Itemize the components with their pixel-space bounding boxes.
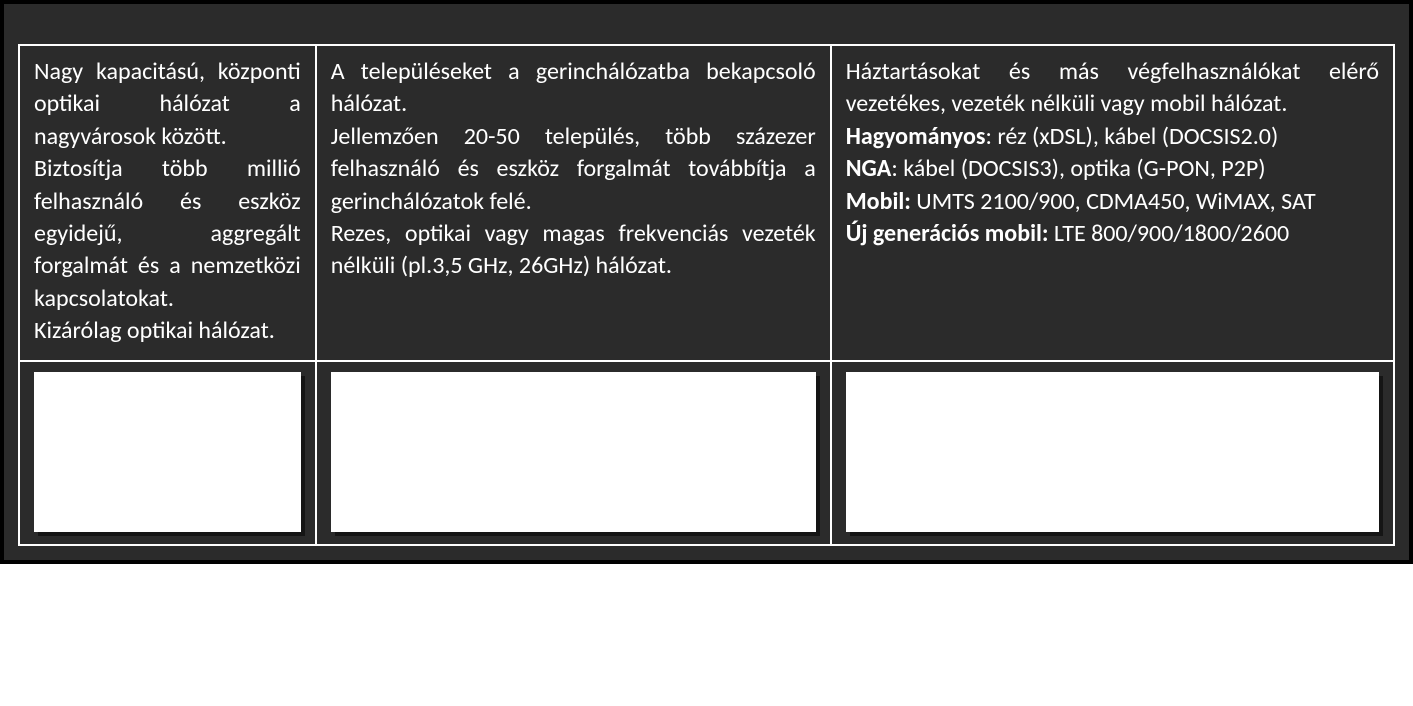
label-new-gen-mobile: Új generációs mobil:: [846, 219, 1049, 248]
label-mobile: Mobil:: [846, 187, 911, 216]
cell-image-3: [831, 361, 1394, 545]
document-page: Nagy kapacitású, központi optikai hálóza…: [0, 0, 1413, 564]
text: : réz (xDSL), kábel (DOCSIS2.0): [985, 122, 1278, 151]
cell-image-1: [19, 361, 316, 545]
text: Háztartásokat és más végfelhasználókat e…: [846, 57, 1379, 118]
text: UMTS 2100/900, CDMA450, WiMAX, SAT: [911, 187, 1316, 216]
text: Jellemzően 20-50 település, több százeze…: [331, 122, 816, 216]
text: LTE 800/900/1800/2600: [1049, 219, 1290, 248]
cell-aggregation: A településeket a gerinchálózatba bekapc…: [316, 45, 831, 361]
content-table: Nagy kapacitású, központi optikai hálóza…: [18, 44, 1395, 546]
text-row: Nagy kapacitású, központi optikai hálóza…: [19, 45, 1394, 361]
label-traditional: Hagyományos: [846, 122, 986, 151]
text: A településeket a gerinchálózatba bekapc…: [331, 57, 816, 118]
image-placeholder: [846, 372, 1379, 532]
cell-image-2: [316, 361, 831, 545]
cell-access: Háztartásokat és más végfelhasználókat e…: [831, 45, 1394, 361]
text: : kábel (DOCSIS3), optika (G-PON, P2P): [891, 154, 1265, 183]
image-placeholder: [331, 372, 816, 532]
image-row: [19, 361, 1394, 545]
text: Kizárólag optikai hálózat.: [34, 316, 275, 345]
text: Rezes, optikai vagy magas frekvenciás ve…: [331, 219, 816, 280]
image-placeholder: [34, 372, 301, 532]
cell-backbone: Nagy kapacitású, központi optikai hálóza…: [19, 45, 316, 361]
text: Nagy kapacitású, központi optikai hálóza…: [34, 57, 301, 151]
text: Biztosítja több millió felhasználó és es…: [34, 154, 301, 313]
label-nga: NGA: [846, 154, 892, 183]
